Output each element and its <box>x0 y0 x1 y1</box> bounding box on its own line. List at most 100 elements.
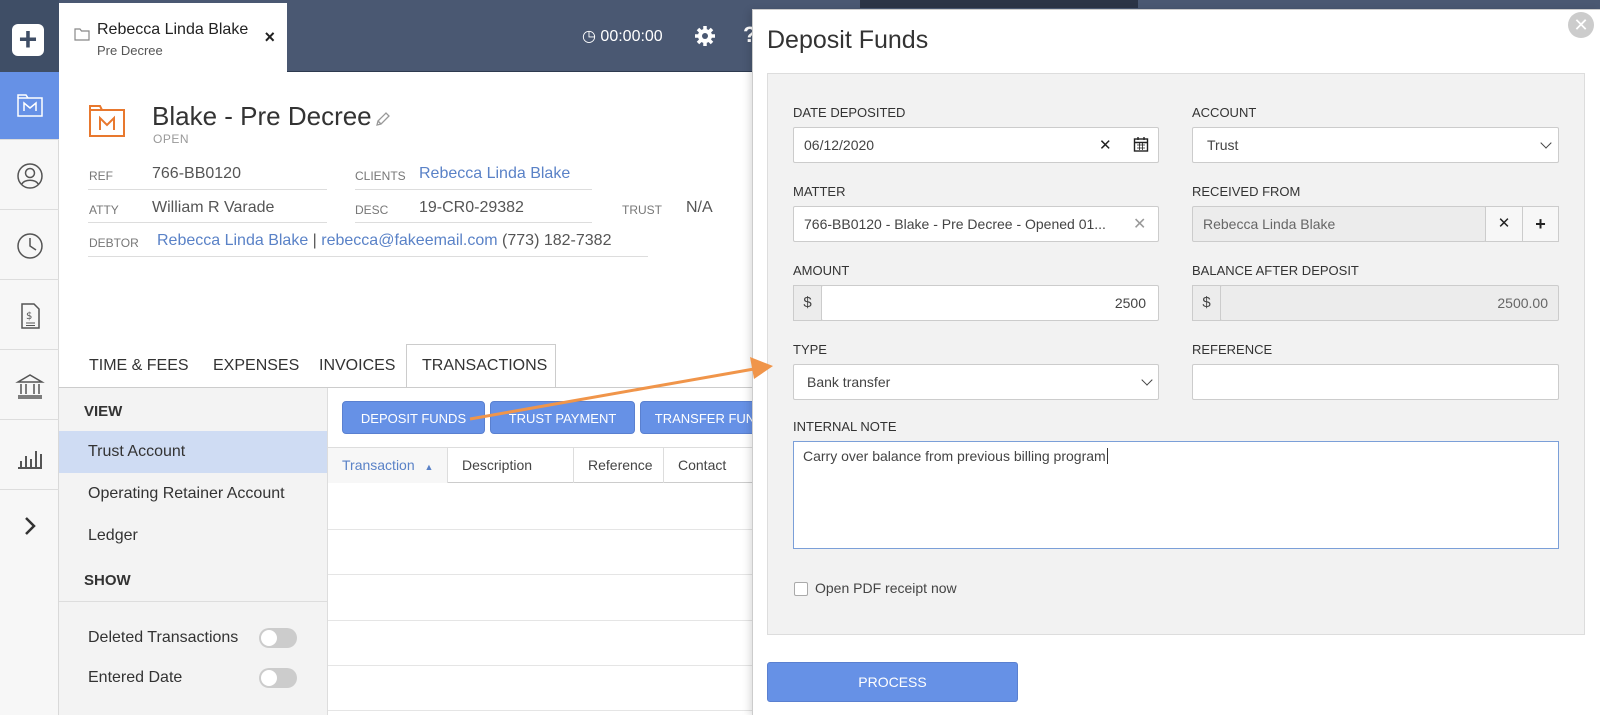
close-icon[interactable]: ✕ <box>1568 12 1594 38</box>
folder-icon <box>74 28 90 41</box>
contact-icon <box>16 162 43 189</box>
stopwatch-icon: ◷ <box>582 28 596 45</box>
rail-time-button[interactable] <box>0 212 59 280</box>
table-row <box>328 665 760 666</box>
gear-icon[interactable] <box>693 24 717 48</box>
balance-value: 2500.00 <box>1497 295 1548 311</box>
debtor-separator: | <box>312 232 317 249</box>
top-strip <box>860 0 1138 8</box>
pencil-icon[interactable] <box>374 110 392 128</box>
view-ledger[interactable]: Ledger <box>59 515 327 557</box>
matter-label: MATTER <box>793 184 846 199</box>
clients-link[interactable]: Rebecca Linda Blake <box>419 165 570 183</box>
desc-label: DESC <box>355 203 389 217</box>
clear-date-icon[interactable]: ✕ <box>1099 136 1112 154</box>
account-select[interactable]: Trust <box>1192 127 1559 163</box>
rail-matters-button[interactable] <box>0 72 59 140</box>
text-cursor <box>1106 448 1108 464</box>
column-transaction-label: Transaction <box>342 457 415 473</box>
timer-value: 00:00:00 <box>600 28 663 45</box>
rail-expand-button[interactable] <box>0 492 59 560</box>
matter-field[interactable]: 766-BB0120 - Blake - Pre Decree - Opened… <box>793 206 1159 242</box>
open-pdf-label[interactable]: Open PDF receipt now <box>815 580 957 596</box>
balance-field: 2500.00 <box>1220 285 1559 321</box>
type-label: TYPE <box>793 342 827 357</box>
currency-addon: $ <box>793 285 822 321</box>
debtor-info: Rebecca Linda Blake | rebecca@fakeemail.… <box>157 232 611 250</box>
bank-icon <box>14 373 45 399</box>
reports-icon <box>17 450 42 469</box>
column-description[interactable]: Description <box>448 448 574 483</box>
received-from-label: RECEIVED FROM <box>1192 184 1301 199</box>
add-contact-button[interactable]: + <box>1522 206 1559 242</box>
reference-label: REFERENCE <box>1192 342 1273 357</box>
trust-payment-button[interactable]: TRUST PAYMENT <box>490 401 635 434</box>
plus-icon[interactable]: + <box>12 23 44 56</box>
column-reference[interactable]: Reference <box>574 448 664 483</box>
tab-time-fees[interactable]: TIME & FEES <box>89 357 189 375</box>
received-from-value: Rebecca Linda Blake <box>1203 216 1336 232</box>
deposit-funds-button[interactable]: DEPOSIT FUNDS <box>342 401 485 434</box>
type-value: Bank transfer <box>807 374 891 390</box>
process-button[interactable]: PROCESS <box>767 662 1018 702</box>
column-transaction[interactable]: Transaction ▲ <box>328 448 448 483</box>
table-row <box>328 529 760 530</box>
type-select[interactable]: Bank transfer <box>793 364 1159 400</box>
invoice-icon: $ <box>20 302 40 329</box>
desc-value: 19-CR0-29382 <box>419 199 524 216</box>
trust-value: N/A <box>686 199 713 216</box>
amount-field[interactable]: 2500 <box>821 285 1159 321</box>
column-contact[interactable]: Contact <box>664 448 760 483</box>
rail-reports-button[interactable] <box>0 422 59 490</box>
internal-note-label: INTERNAL NOTE <box>793 419 897 434</box>
internal-note-value: Carry over balance from previous billing… <box>803 448 1106 464</box>
left-rail: + $ <box>0 0 59 715</box>
clear-received-button[interactable]: ✕ <box>1485 206 1523 242</box>
timer[interactable]: ◷ 00:00:00 <box>582 26 663 46</box>
close-icon[interactable]: × <box>264 27 275 48</box>
table-row <box>328 710 760 711</box>
tab-invoices[interactable]: INVOICES <box>319 357 395 375</box>
reference-field[interactable] <box>1192 364 1559 400</box>
sort-asc-icon: ▲ <box>424 462 434 472</box>
divider <box>88 189 327 190</box>
debtor-email-link[interactable]: rebecca@fakeemail.com <box>321 232 497 249</box>
divider <box>88 222 327 223</box>
rail-contacts-button[interactable] <box>0 142 59 210</box>
modal-title: Deposit Funds <box>767 26 929 54</box>
deleted-transactions-toggle[interactable] <box>259 628 297 648</box>
account-value: Trust <box>1207 137 1239 153</box>
tab-expenses[interactable]: EXPENSES <box>213 357 299 375</box>
divider <box>355 222 592 223</box>
transfer-funds-button[interactable]: TRANSFER FUN <box>640 401 770 434</box>
clear-matter-icon[interactable]: ✕ <box>1133 214 1146 234</box>
debtor-name-link[interactable]: Rebecca Linda Blake <box>157 232 308 249</box>
internal-note-field[interactable]: Carry over balance from previous billing… <box>793 441 1559 549</box>
view-heading: VIEW <box>84 403 123 420</box>
account-label: ACCOUNT <box>1192 105 1257 120</box>
case-tab[interactable]: Rebecca Linda Blake Pre Decree × <box>59 0 287 73</box>
table-row <box>328 620 760 621</box>
case-tab-name: Rebecca Linda Blake <box>97 21 249 38</box>
view-operating-retainer[interactable]: Operating Retainer Account <box>59 473 327 515</box>
show-heading: SHOW <box>84 572 131 589</box>
debtor-phone: (773) 182-7382 <box>502 232 612 249</box>
received-from-field[interactable]: Rebecca Linda Blake <box>1192 206 1486 242</box>
rail-billing-button[interactable]: $ <box>0 282 59 350</box>
debtor-label: DEBTOR <box>89 236 139 250</box>
view-panel: VIEW Trust Account Operating Retainer Ac… <box>59 388 328 715</box>
atty-label: ATTY <box>89 203 119 217</box>
currency-addon: $ <box>1192 285 1221 321</box>
tab-transactions[interactable]: TRANSACTIONS <box>422 357 547 375</box>
matter-value: 766-BB0120 - Blake - Pre Decree - Opened… <box>804 216 1106 232</box>
matter-title: Blake - Pre Decree <box>152 101 372 131</box>
rail-bank-button[interactable] <box>0 352 59 420</box>
entered-date-toggle[interactable] <box>259 668 297 688</box>
date-deposited-label: DATE DEPOSITED <box>793 105 906 120</box>
view-trust-account[interactable]: Trust Account <box>59 431 327 473</box>
open-pdf-checkbox[interactable] <box>794 582 808 596</box>
amount-label: AMOUNT <box>793 263 850 278</box>
divider <box>88 256 648 257</box>
calendar-icon[interactable] <box>1133 136 1149 152</box>
date-deposited-value: 06/12/2020 <box>804 137 875 153</box>
